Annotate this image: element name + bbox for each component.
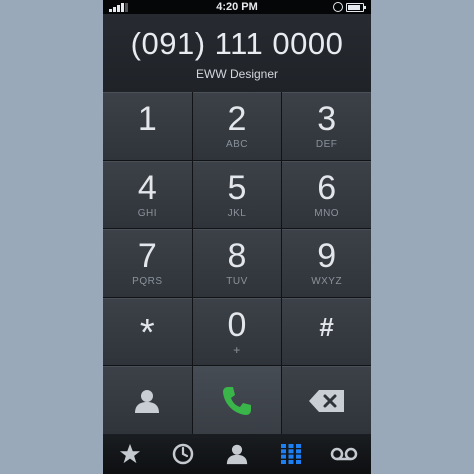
clock-icon (333, 2, 343, 12)
key-6[interactable]: 6 MNO (282, 160, 371, 229)
key-letters: MNO (314, 207, 340, 219)
key-letters: + (233, 342, 241, 357)
key-3[interactable]: 3 DEF (282, 92, 371, 160)
key-2[interactable]: 2 ABC (192, 92, 282, 160)
tab-voicemail[interactable] (317, 434, 371, 474)
contact-name: EWW Designer (195, 67, 278, 81)
key-digit: 8 (227, 237, 247, 276)
key-5[interactable]: 5 JKL (192, 160, 282, 229)
key-digit: # (319, 311, 334, 342)
add-contact-icon (135, 389, 160, 413)
key-letters: PQRS (132, 276, 163, 288)
key-4[interactable]: 4 GHI (103, 160, 192, 229)
tab-contacts[interactable] (210, 434, 264, 474)
key-9[interactable]: 9 WXYZ (282, 229, 371, 297)
key-digit: 1 (137, 100, 157, 138)
key-digit: 9 (317, 237, 337, 276)
key-8[interactable]: 8 TUV (192, 229, 282, 297)
backspace-button[interactable] (282, 366, 371, 434)
key-digit: 7 (137, 237, 157, 276)
key-letters: ABC (225, 139, 249, 150)
person-icon (226, 444, 248, 465)
key-digit: 5 (227, 168, 247, 207)
clock-icon (173, 443, 194, 465)
status-bar: 4:20 PM (103, 0, 371, 14)
star-icon (119, 443, 140, 464)
tab-recents[interactable] (157, 434, 211, 474)
number-display: (091) 111 0000 EWW Designer (103, 14, 371, 92)
key-1[interactable]: 1 (103, 92, 192, 160)
phone-number: (091) 111 0000 (130, 26, 344, 61)
keypad-icon (280, 444, 301, 464)
key-digit: 6 (317, 168, 337, 207)
key-letters: DEF (315, 139, 338, 150)
tab-favorites[interactable] (103, 434, 157, 474)
key-letters: TUV (226, 276, 248, 288)
key-digit: * (139, 311, 155, 354)
status-time: 4:20 PM (216, 1, 258, 13)
key-letters: WXYZ (311, 276, 343, 288)
key-letters: GHI (137, 207, 157, 219)
key-digit: 4 (137, 168, 157, 207)
backspace-icon (308, 389, 344, 412)
key-hash[interactable]: # (282, 297, 371, 366)
phone-screen: 4:20 PM (091) 111 0000 EWW Designer 1 2 … (103, 0, 371, 474)
key-star[interactable]: * (103, 297, 192, 366)
key-letters: JKL (227, 207, 247, 219)
key-0[interactable]: 0 + (192, 297, 282, 366)
tab-keypad[interactable] (264, 434, 318, 474)
tab-bar (103, 434, 371, 474)
key-digit: 0 (227, 305, 247, 344)
key-7[interactable]: 7 PQRS (103, 229, 192, 297)
add-contact-button[interactable] (103, 366, 192, 434)
call-icon (222, 386, 251, 415)
keypad: 1 2 ABC 3 DEF 4 GHI 5 JKL 6 MNO 7 PQRS 8 (103, 92, 371, 434)
call-button[interactable] (192, 366, 282, 434)
battery-icon (346, 3, 366, 12)
status-icons (333, 2, 367, 12)
key-digit: 3 (317, 100, 337, 138)
key-digit: 2 (227, 100, 247, 138)
voicemail-icon (330, 447, 358, 461)
